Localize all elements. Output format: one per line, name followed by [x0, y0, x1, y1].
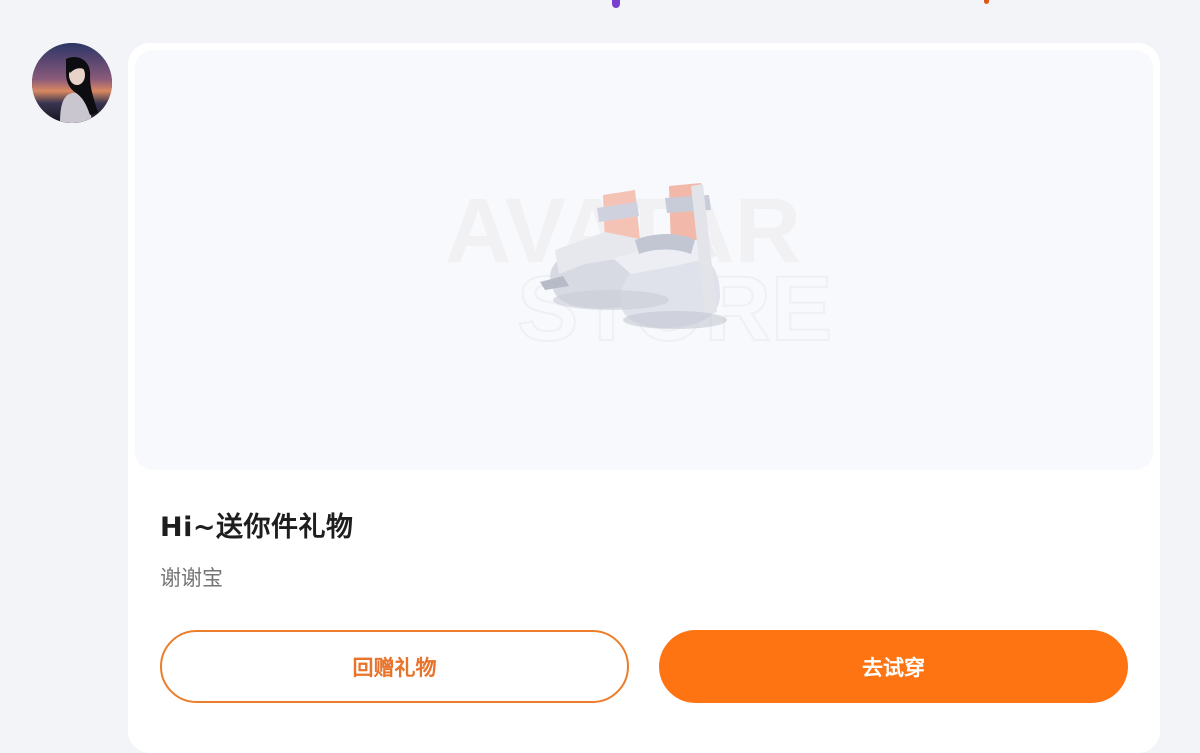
try-on-button[interactable]: 去试穿: [659, 630, 1128, 703]
gift-item-preview[interactable]: AVATAR STORE: [135, 50, 1153, 470]
avatar-photo-icon: [32, 43, 112, 123]
orange-fragment: [984, 0, 989, 4]
return-gift-button[interactable]: 回赠礼物: [160, 630, 629, 703]
gift-message-card: AVATAR STORE Hi~送你件礼物 谢谢宝 回赠礼物 去试穿: [128, 43, 1160, 753]
gift-message: 谢谢宝: [160, 566, 223, 590]
user-avatar[interactable]: [32, 43, 112, 123]
purple-fragment: [612, 0, 620, 8]
top-edge-fragments: [0, 0, 1200, 10]
gift-title: Hi~送你件礼物: [160, 512, 354, 543]
platform-shoes-image: AVATAR STORE: [445, 180, 833, 361]
